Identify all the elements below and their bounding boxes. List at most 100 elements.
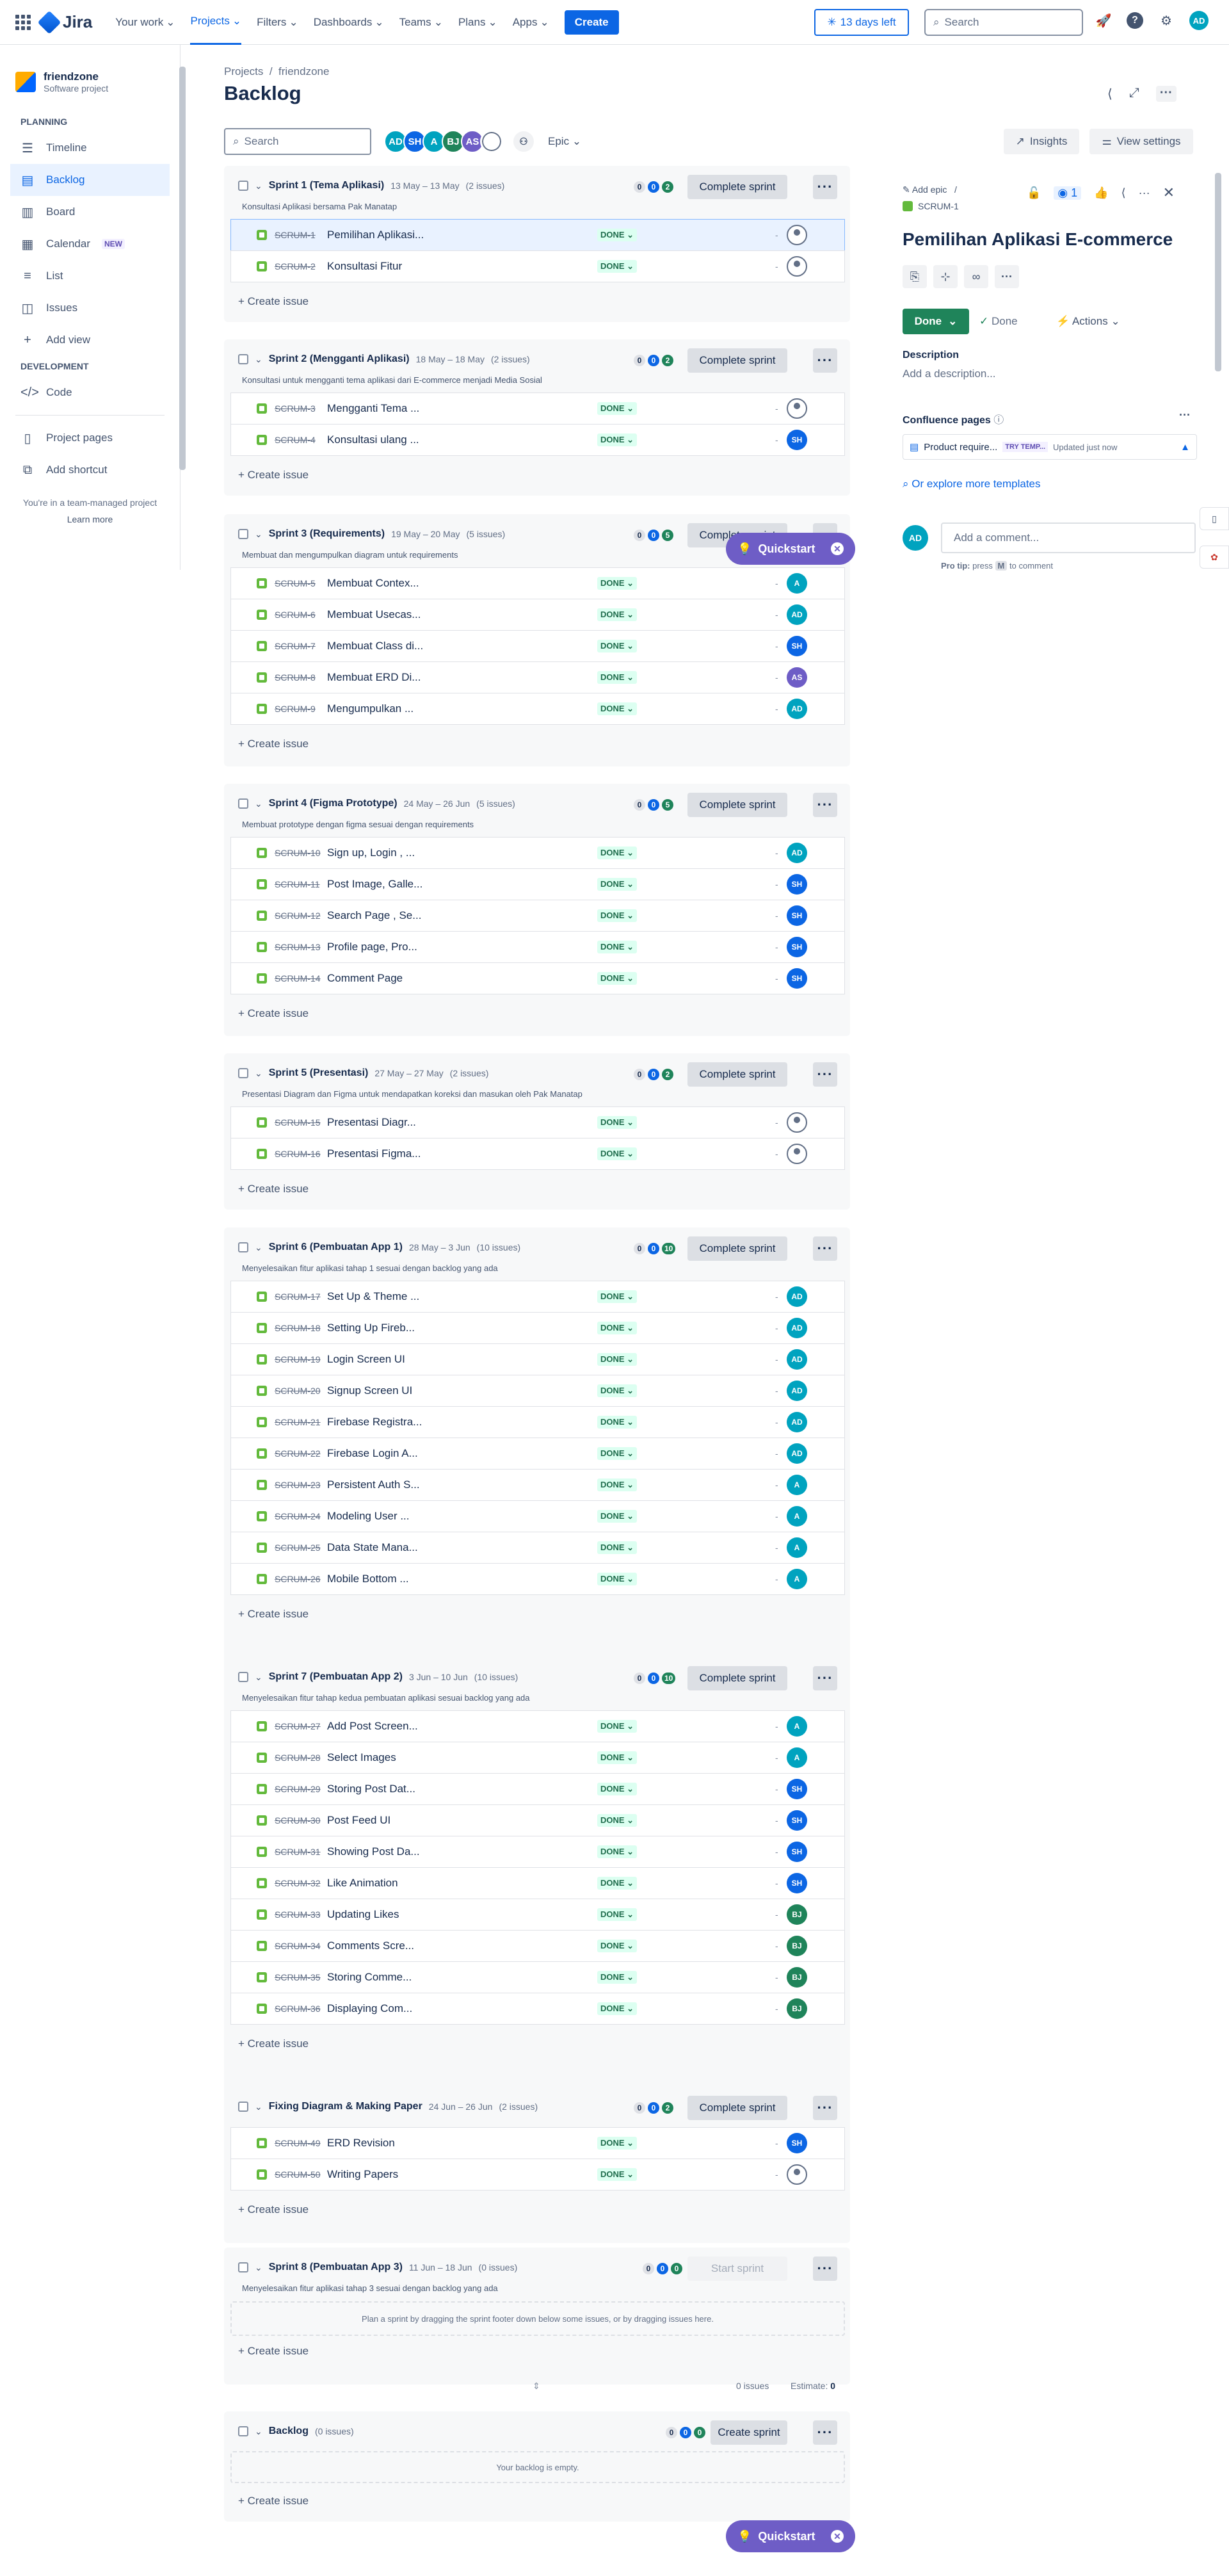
assignee-avatar[interactable]: SH [787, 636, 807, 656]
sprint-checkbox[interactable] [238, 2262, 248, 2272]
status-dropdown[interactable]: DONE ⌄ [597, 229, 638, 241]
drag-handle-icon[interactable]: ⇕ [533, 2381, 540, 2392]
issue-key[interactable]: SCRUM-18 [275, 1323, 321, 1333]
issue-key[interactable]: SCRUM-22 [275, 1448, 321, 1459]
status-dropdown[interactable]: DONE ⌄ [597, 1940, 638, 1952]
issue-summary[interactable]: Mengumpulkan ... [327, 702, 414, 715]
estimate-placeholder[interactable]: - [775, 230, 778, 240]
assignee-avatar[interactable]: SH [787, 1842, 807, 1862]
assignee-avatar[interactable]: A [787, 1475, 807, 1495]
issue-row[interactable]: SCRUM-4 Konsultasi ulang ... DONE ⌄ - SH [230, 424, 845, 456]
link-icon[interactable]: ∞ [964, 265, 988, 288]
issue-key[interactable]: SCRUM-21 [275, 1417, 321, 1427]
nav-projects[interactable]: Projects ⌄ [190, 0, 242, 45]
assignee-avatar[interactable]: A [787, 1569, 807, 1589]
create-issue-button[interactable]: + Create issue [238, 1007, 309, 1020]
status-dropdown[interactable]: DONE ⌄ [597, 847, 638, 859]
sidebar-item-add-view[interactable]: + Add view [0, 324, 180, 356]
issue-key[interactable]: SCRUM-16 [275, 1149, 321, 1159]
issue-key[interactable]: SCRUM-25 [275, 1543, 321, 1553]
estimate-placeholder[interactable]: - [775, 911, 778, 921]
issue-summary[interactable]: Login Screen UI [327, 1353, 405, 1366]
status-dropdown[interactable]: DONE ⌄ [597, 1751, 638, 1764]
status-dropdown[interactable]: Done ⌄ [903, 309, 969, 334]
assignee-avatar[interactable]: A [787, 1747, 807, 1768]
issue-summary[interactable]: Konsultasi Fitur [327, 260, 402, 273]
sidebar-item-timeline[interactable]: ☰ Timeline [0, 132, 180, 164]
issue-row[interactable]: SCRUM-11 Post Image, Galle... DONE ⌄ - SH [230, 868, 845, 900]
assignee-avatar[interactable]: AD [787, 1286, 807, 1307]
estimate-placeholder[interactable]: - [775, 879, 778, 889]
status-dropdown[interactable]: DONE ⌄ [597, 1783, 638, 1795]
issue-row[interactable]: SCRUM-23 Persistent Auth S... DONE ⌄ - A [230, 1469, 845, 1501]
issue-summary[interactable]: Sign up, Login , ... [327, 847, 415, 859]
assignee-avatar[interactable]: AD [787, 1412, 807, 1432]
share-icon[interactable]: ⟨ [1107, 86, 1113, 102]
estimate-placeholder[interactable]: - [775, 1784, 778, 1794]
complete-sprint-button[interactable]: Complete sprint [687, 348, 787, 373]
estimate-placeholder[interactable]: - [775, 1149, 778, 1159]
sidebar-item-project-pages[interactable]: ▯ Project pages [0, 422, 180, 454]
estimate-placeholder[interactable]: - [775, 1847, 778, 1857]
assignee-avatar[interactable]: SH [787, 1873, 807, 1893]
issue-row[interactable]: SCRUM-29 Storing Post Dat... DONE ⌄ - SH [230, 1773, 845, 1805]
estimate-placeholder[interactable]: - [775, 1815, 778, 1826]
breadcrumb-projects[interactable]: Projects [224, 65, 263, 77]
view-settings-button[interactable]: ⚌ View settings [1089, 129, 1193, 154]
issue-summary[interactable]: Profile page, Pro... [327, 941, 417, 953]
assignee-avatar[interactable]: SH [787, 968, 807, 989]
assignee-avatar[interactable]: BJ [787, 1936, 807, 1956]
assignee-avatar[interactable]: SH [787, 1779, 807, 1799]
issue-row[interactable]: SCRUM-30 Post Feed UI DONE ⌄ - SH [230, 1804, 845, 1836]
ai-assistant-icon[interactable]: ✿ [1200, 546, 1229, 569]
issue-summary[interactable]: Displaying Com... [327, 2002, 412, 2015]
estimate-placeholder[interactable]: - [775, 1721, 778, 1731]
estimate-placeholder[interactable]: - [775, 1941, 778, 1951]
like-icon[interactable]: 👍 [1094, 186, 1108, 200]
issue-summary[interactable]: Konsultasi ulang ... [327, 433, 419, 446]
issue-row[interactable]: SCRUM-16 Presentasi Figma... DONE ⌄ - [230, 1138, 845, 1170]
issue-summary[interactable]: Writing Papers [327, 2168, 398, 2181]
issue-key[interactable]: SCRUM-2 [275, 261, 316, 271]
sidebar-toggle-icon[interactable]: ▯ [1200, 507, 1229, 530]
chevron-down-icon[interactable]: ⌄ [255, 1068, 262, 1079]
issue-summary[interactable]: Like Animation [327, 1877, 398, 1890]
issue-row[interactable]: SCRUM-24 Modeling User ... DONE ⌄ - A [230, 1500, 845, 1532]
status-dropdown[interactable]: DONE ⌄ [597, 1447, 638, 1460]
issue-key[interactable]: SCRUM-50 [275, 2169, 321, 2180]
close-icon[interactable]: ✕ [1163, 184, 1175, 201]
status-dropdown[interactable]: DONE ⌄ [597, 972, 638, 985]
status-dropdown[interactable]: DONE ⌄ [597, 1147, 638, 1160]
issue-row[interactable]: SCRUM-5 Membuat Contex... DONE ⌄ - A [230, 567, 845, 599]
issue-summary[interactable]: Data State Mana... [327, 1541, 418, 1554]
issue-key[interactable]: SCRUM-49 [275, 2138, 321, 2148]
issue-key[interactable]: SCRUM-17 [275, 1292, 321, 1302]
more-icon[interactable]: ··· [1179, 409, 1191, 422]
sprint-name[interactable]: Sprint 6 (Pembuatan App 1) [269, 1242, 403, 1253]
assignee-avatar[interactable]: SH [787, 905, 807, 926]
expand-icon[interactable]: ⤢ [1129, 86, 1139, 102]
nav-filters[interactable]: Filters ⌄ [257, 0, 298, 45]
sprint-name[interactable]: Sprint 3 (Requirements) [269, 528, 385, 540]
sprint-name[interactable]: Sprint 4 (Figma Prototype) [269, 798, 398, 809]
close-icon[interactable]: ✕ [831, 542, 844, 555]
chevron-down-icon[interactable]: ⌄ [255, 181, 262, 191]
create-sprint-button[interactable]: Create sprint [711, 2420, 787, 2445]
status-dropdown[interactable]: DONE ⌄ [597, 1384, 638, 1397]
create-issue-button[interactable]: + Create issue [238, 2345, 309, 2358]
estimate-placeholder[interactable]: - [775, 1448, 778, 1459]
description-input[interactable]: Add a description... [903, 368, 996, 380]
more-icon[interactable]: ··· [1155, 86, 1177, 102]
lock-icon[interactable]: 🔓 [1027, 186, 1041, 200]
issue-summary[interactable]: Select Images [327, 1751, 396, 1764]
chevron-down-icon[interactable]: ⌄ [255, 2262, 262, 2273]
estimate-placeholder[interactable]: - [775, 2004, 778, 2014]
assignee-avatar[interactable]: AD [787, 699, 807, 719]
sprint-more-icon[interactable]: ··· [813, 1062, 837, 1087]
issue-key[interactable]: SCRUM-28 [275, 1753, 321, 1763]
assignee-avatar[interactable]: SH [787, 430, 807, 450]
issue-row[interactable]: SCRUM-28 Select Images DONE ⌄ - A [230, 1742, 845, 1774]
status-dropdown[interactable]: DONE ⌄ [597, 640, 638, 652]
chevron-down-icon[interactable]: ⌄ [255, 529, 262, 540]
sidebar-item-list[interactable]: ≡ List [0, 260, 180, 292]
